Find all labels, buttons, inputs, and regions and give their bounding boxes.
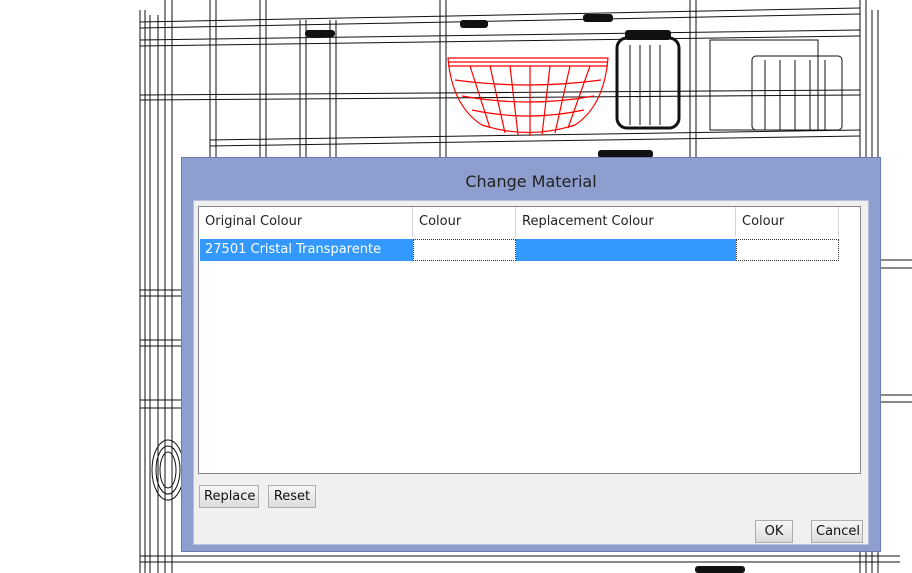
reset-button[interactable]: Reset (268, 485, 316, 508)
dialog-title: Change Material (465, 172, 597, 191)
ok-button[interactable]: OK (755, 520, 793, 543)
column-header-colour[interactable]: Colour (413, 207, 516, 237)
dialog-client-area: Original Colour Colour Replacement Colou… (193, 200, 869, 545)
dialog-title-bar[interactable]: Change Material (182, 158, 880, 202)
original-colour-swatch-cell[interactable] (413, 239, 516, 261)
replacement-colour-cell[interactable] (516, 239, 736, 261)
table-header: Original Colour Colour Replacement Colou… (199, 207, 860, 237)
column-header-original-colour[interactable]: Original Colour (199, 207, 413, 237)
table-row[interactable]: 27501 Cristal Transparente (199, 239, 860, 261)
column-header-replacement-colour-swatch[interactable]: Colour (736, 207, 839, 237)
cancel-button[interactable]: Cancel (811, 520, 863, 543)
change-material-dialog: Change Material Original Colour Colour R… (181, 157, 881, 552)
replace-button[interactable]: Replace (199, 485, 259, 508)
replacement-colour-swatch-cell[interactable] (736, 239, 839, 261)
column-header-replacement-colour[interactable]: Replacement Colour (516, 207, 736, 237)
original-colour-cell[interactable]: 27501 Cristal Transparente (200, 239, 413, 261)
material-table: Original Colour Colour Replacement Colou… (198, 206, 861, 474)
